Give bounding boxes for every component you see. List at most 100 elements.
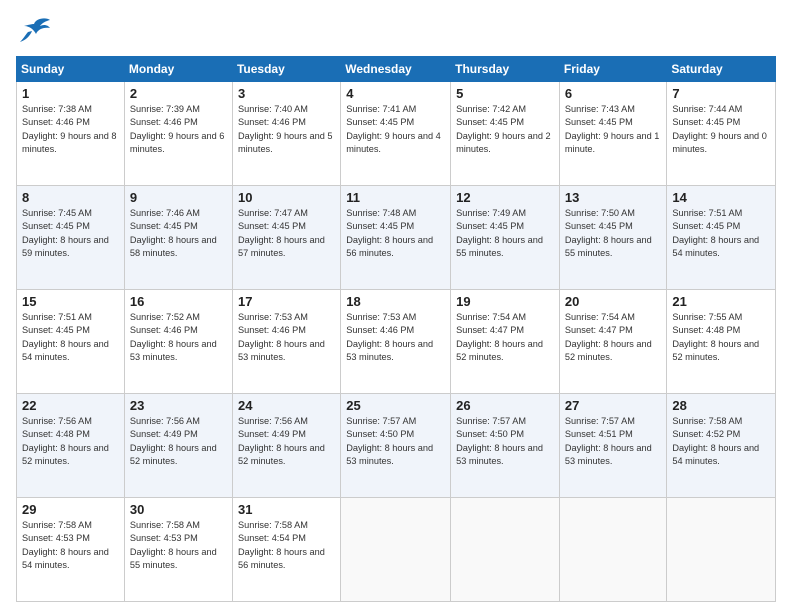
calendar-cell: 12 Sunrise: 7:49 AMSunset: 4:45 PMDayligh… — [451, 186, 560, 290]
day-number: 21 — [672, 294, 770, 309]
calendar-cell: 26 Sunrise: 7:57 AMSunset: 4:50 PMDayligh… — [451, 394, 560, 498]
day-number: 26 — [456, 398, 554, 413]
day-info: Sunrise: 7:56 AMSunset: 4:49 PMDaylight:… — [130, 415, 227, 468]
day-number: 22 — [22, 398, 119, 413]
weekday-header-saturday: Saturday — [667, 57, 776, 82]
day-number: 8 — [22, 190, 119, 205]
day-number: 6 — [565, 86, 661, 101]
calendar-cell — [667, 498, 776, 602]
day-info: Sunrise: 7:39 AMSunset: 4:46 PMDaylight:… — [130, 103, 227, 156]
header — [16, 16, 776, 46]
calendar-cell: 1 Sunrise: 7:38 AMSunset: 4:46 PMDaylight… — [17, 82, 125, 186]
calendar-cell: 2 Sunrise: 7:39 AMSunset: 4:46 PMDaylight… — [124, 82, 232, 186]
calendar-cell: 7 Sunrise: 7:44 AMSunset: 4:45 PMDaylight… — [667, 82, 776, 186]
day-number: 11 — [346, 190, 445, 205]
day-info: Sunrise: 7:52 AMSunset: 4:46 PMDaylight:… — [130, 311, 227, 364]
weekday-header-friday: Friday — [559, 57, 666, 82]
day-number: 31 — [238, 502, 335, 517]
day-number: 29 — [22, 502, 119, 517]
day-number: 3 — [238, 86, 335, 101]
day-info: Sunrise: 7:56 AMSunset: 4:49 PMDaylight:… — [238, 415, 335, 468]
day-info: Sunrise: 7:47 AMSunset: 4:45 PMDaylight:… — [238, 207, 335, 260]
calendar-cell: 14 Sunrise: 7:51 AMSunset: 4:45 PMDayligh… — [667, 186, 776, 290]
day-info: Sunrise: 7:58 AMSunset: 4:53 PMDaylight:… — [22, 519, 119, 572]
day-number: 16 — [130, 294, 227, 309]
calendar-cell: 20 Sunrise: 7:54 AMSunset: 4:47 PMDayligh… — [559, 290, 666, 394]
day-info: Sunrise: 7:49 AMSunset: 4:45 PMDaylight:… — [456, 207, 554, 260]
day-number: 15 — [22, 294, 119, 309]
calendar-cell: 9 Sunrise: 7:46 AMSunset: 4:45 PMDaylight… — [124, 186, 232, 290]
logo — [16, 16, 56, 46]
day-info: Sunrise: 7:53 AMSunset: 4:46 PMDaylight:… — [238, 311, 335, 364]
day-number: 7 — [672, 86, 770, 101]
page: SundayMondayTuesdayWednesdayThursdayFrid… — [0, 0, 792, 612]
day-number: 23 — [130, 398, 227, 413]
weekday-header-sunday: Sunday — [17, 57, 125, 82]
day-info: Sunrise: 7:38 AMSunset: 4:46 PMDaylight:… — [22, 103, 119, 156]
calendar-cell: 16 Sunrise: 7:52 AMSunset: 4:46 PMDayligh… — [124, 290, 232, 394]
day-info: Sunrise: 7:45 AMSunset: 4:45 PMDaylight:… — [22, 207, 119, 260]
day-number: 12 — [456, 190, 554, 205]
calendar-cell: 30 Sunrise: 7:58 AMSunset: 4:53 PMDayligh… — [124, 498, 232, 602]
day-info: Sunrise: 7:50 AMSunset: 4:45 PMDaylight:… — [565, 207, 661, 260]
calendar-cell: 29 Sunrise: 7:58 AMSunset: 4:53 PMDayligh… — [17, 498, 125, 602]
day-info: Sunrise: 7:40 AMSunset: 4:46 PMDaylight:… — [238, 103, 335, 156]
calendar-cell — [451, 498, 560, 602]
day-number: 1 — [22, 86, 119, 101]
day-info: Sunrise: 7:41 AMSunset: 4:45 PMDaylight:… — [346, 103, 445, 156]
day-info: Sunrise: 7:57 AMSunset: 4:50 PMDaylight:… — [456, 415, 554, 468]
day-info: Sunrise: 7:51 AMSunset: 4:45 PMDaylight:… — [22, 311, 119, 364]
day-info: Sunrise: 7:43 AMSunset: 4:45 PMDaylight:… — [565, 103, 661, 156]
day-number: 14 — [672, 190, 770, 205]
calendar-cell: 13Sunrise: 7:50 AMSunset: 4:45 PMDayligh… — [559, 186, 666, 290]
day-info: Sunrise: 7:58 AMSunset: 4:54 PMDaylight:… — [238, 519, 335, 572]
calendar-cell: 19 Sunrise: 7:54 AMSunset: 4:47 PMDayligh… — [451, 290, 560, 394]
day-info: Sunrise: 7:58 AMSunset: 4:53 PMDaylight:… — [130, 519, 227, 572]
day-number: 9 — [130, 190, 227, 205]
day-info: Sunrise: 7:56 AMSunset: 4:48 PMDaylight:… — [22, 415, 119, 468]
weekday-header-thursday: Thursday — [451, 57, 560, 82]
calendar-cell: 28 Sunrise: 7:58 AMSunset: 4:52 PMDayligh… — [667, 394, 776, 498]
weekday-header-monday: Monday — [124, 57, 232, 82]
day-number: 28 — [672, 398, 770, 413]
weekday-header-wednesday: Wednesday — [341, 57, 451, 82]
day-info: Sunrise: 7:57 AMSunset: 4:50 PMDaylight:… — [346, 415, 445, 468]
calendar-cell: 31 Sunrise: 7:58 AMSunset: 4:54 PMDayligh… — [232, 498, 340, 602]
calendar-cell: 17 Sunrise: 7:53 AMSunset: 4:46 PMDayligh… — [232, 290, 340, 394]
day-number: 4 — [346, 86, 445, 101]
calendar: SundayMondayTuesdayWednesdayThursdayFrid… — [16, 56, 776, 602]
calendar-cell: 3 Sunrise: 7:40 AMSunset: 4:46 PMDaylight… — [232, 82, 340, 186]
day-number: 20 — [565, 294, 661, 309]
calendar-cell: 18Sunrise: 7:53 AMSunset: 4:46 PMDayligh… — [341, 290, 451, 394]
day-info: Sunrise: 7:46 AMSunset: 4:45 PMDaylight:… — [130, 207, 227, 260]
day-number: 17 — [238, 294, 335, 309]
calendar-cell — [341, 498, 451, 602]
calendar-cell: 4 Sunrise: 7:41 AMSunset: 4:45 PMDaylight… — [341, 82, 451, 186]
calendar-cell: 22 Sunrise: 7:56 AMSunset: 4:48 PMDayligh… — [17, 394, 125, 498]
day-number: 25 — [346, 398, 445, 413]
calendar-cell: 21 Sunrise: 7:55 AMSunset: 4:48 PMDayligh… — [667, 290, 776, 394]
day-number: 30 — [130, 502, 227, 517]
day-info: Sunrise: 7:54 AMSunset: 4:47 PMDaylight:… — [565, 311, 661, 364]
calendar-cell: 5Sunrise: 7:42 AMSunset: 4:45 PMDaylight… — [451, 82, 560, 186]
day-info: Sunrise: 7:53 AMSunset: 4:46 PMDaylight:… — [346, 311, 445, 364]
calendar-cell — [559, 498, 666, 602]
calendar-cell: 25 Sunrise: 7:57 AMSunset: 4:50 PMDayligh… — [341, 394, 451, 498]
day-info: Sunrise: 7:55 AMSunset: 4:48 PMDaylight:… — [672, 311, 770, 364]
day-info: Sunrise: 7:57 AMSunset: 4:51 PMDaylight:… — [565, 415, 661, 468]
calendar-cell: 24 Sunrise: 7:56 AMSunset: 4:49 PMDayligh… — [232, 394, 340, 498]
day-number: 2 — [130, 86, 227, 101]
day-info: Sunrise: 7:54 AMSunset: 4:47 PMDaylight:… — [456, 311, 554, 364]
day-info: Sunrise: 7:44 AMSunset: 4:45 PMDaylight:… — [672, 103, 770, 156]
calendar-cell: 8 Sunrise: 7:45 AMSunset: 4:45 PMDaylight… — [17, 186, 125, 290]
day-info: Sunrise: 7:58 AMSunset: 4:52 PMDaylight:… — [672, 415, 770, 468]
calendar-cell: 15 Sunrise: 7:51 AMSunset: 4:45 PMDayligh… — [17, 290, 125, 394]
day-number: 27 — [565, 398, 661, 413]
day-number: 24 — [238, 398, 335, 413]
day-number: 19 — [456, 294, 554, 309]
calendar-cell: 23 Sunrise: 7:56 AMSunset: 4:49 PMDayligh… — [124, 394, 232, 498]
day-info: Sunrise: 7:51 AMSunset: 4:45 PMDaylight:… — [672, 207, 770, 260]
day-info: Sunrise: 7:42 AMSunset: 4:45 PMDaylight:… — [456, 103, 554, 156]
day-info: Sunrise: 7:48 AMSunset: 4:45 PMDaylight:… — [346, 207, 445, 260]
calendar-cell: 27 Sunrise: 7:57 AMSunset: 4:51 PMDayligh… — [559, 394, 666, 498]
